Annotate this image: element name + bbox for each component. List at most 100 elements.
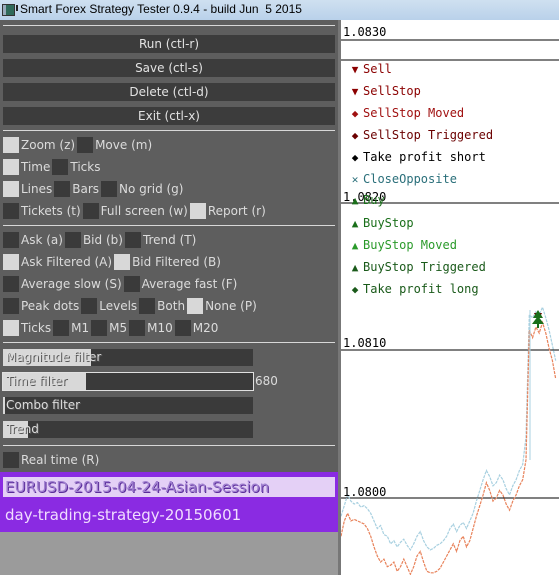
move-checkbox[interactable] <box>77 137 94 153</box>
ticks-axis-checkbox[interactable] <box>52 159 69 175</box>
legend-label: BuyStop Triggered <box>363 260 486 274</box>
lines-checkbox[interactable] <box>3 181 19 197</box>
legend-label: SellStop <box>363 84 421 98</box>
both-checkbox[interactable] <box>139 298 156 314</box>
bid-filtered-checkbox[interactable] <box>114 254 131 270</box>
peak-dots-checkbox[interactable] <box>3 298 19 314</box>
full-screen-checkbox[interactable] <box>82 203 99 219</box>
both-label: Both <box>157 299 186 313</box>
tickets-checkbox[interactable] <box>3 203 19 219</box>
divider <box>3 342 335 343</box>
legend-label: Take profit short <box>363 150 486 164</box>
bid-series-line <box>341 320 557 575</box>
legend-item: ▲ BuyStop <box>349 216 414 230</box>
tickets-label: Tickets (t) <box>21 204 81 218</box>
bars-label: Bars <box>72 182 100 196</box>
report-checkbox[interactable] <box>189 203 206 219</box>
triangle-down-icon: ▼ <box>351 62 359 76</box>
bars-checkbox[interactable] <box>54 181 71 197</box>
diamond-icon: ◆ <box>351 150 359 164</box>
slider-label: Trend <box>6 422 39 436</box>
ask-checkbox[interactable] <box>3 232 19 248</box>
legend-item: ▼ SellStop <box>349 84 421 98</box>
legend-item: ▲ BuyStop Moved <box>349 238 457 252</box>
m1-checkbox[interactable] <box>53 320 70 336</box>
none-checkbox[interactable] <box>187 298 204 314</box>
legend-label: SellStop Moved <box>363 106 465 120</box>
legend-label: Sell <box>363 62 392 76</box>
slider-fill <box>3 397 5 414</box>
time-filter-value: 680 <box>255 374 278 388</box>
legend-item: ▲ Buy <box>349 193 385 207</box>
no-grid-label: No grid (g) <box>119 182 184 196</box>
legend-label: CloseOpposite <box>363 172 457 186</box>
triangle-up-diamond-small-icon: ▲ <box>351 260 359 274</box>
m10-checkbox[interactable] <box>129 320 146 336</box>
run-button[interactable]: Run (ctl-r) <box>3 35 335 53</box>
options-row-filtered: Ask Filtered (A) Bid Filtered (B) <box>3 254 223 270</box>
legend-item: ◆ SellStop Moved <box>349 106 464 120</box>
options-row-prices: Ask (a) Bid (b) Trend (T) <box>3 232 198 248</box>
ticks-axis-label: Ticks <box>70 160 101 174</box>
peak-dots-label: Peak dots <box>21 299 80 313</box>
divider <box>3 445 335 446</box>
full-screen-label: Full screen (w) <box>100 204 188 218</box>
legend-item: ◆ Take profit long <box>349 282 479 296</box>
real-time-checkbox[interactable] <box>3 452 19 468</box>
levels-checkbox[interactable] <box>81 298 98 314</box>
triangle-up-icon: ▲ <box>351 193 359 207</box>
legend-item: ◆ Take profit short <box>349 150 486 164</box>
bid-checkbox[interactable] <box>64 232 81 248</box>
slider-label: Time filter <box>6 374 68 388</box>
diamond-triangle-icon: ◆ <box>351 282 359 296</box>
diamond-triangle-down-icon: ◆ <box>351 106 359 120</box>
legend-label: SellStop Triggered <box>363 128 494 142</box>
exit-button[interactable]: Exit (ctl-x) <box>3 107 335 125</box>
session-list: EURUSD-2015-04-24-Asian-Session day-trad… <box>0 472 340 532</box>
options-row-view: Zoom (z) Move (m) <box>3 137 154 153</box>
magnitude-filter-slider[interactable]: Magnitude filter <box>3 349 253 366</box>
options-row-axis: Time Ticks <box>3 159 102 175</box>
session-list-item[interactable]: EURUSD-2015-04-24-Asian-Session <box>3 477 335 497</box>
time-checkbox[interactable] <box>3 159 19 175</box>
trend-slider[interactable]: Trend <box>3 421 253 438</box>
m5-checkbox[interactable] <box>91 320 108 336</box>
legend-item: ◆ SellStop Triggered <box>349 128 493 142</box>
ticks-timeframe-checkbox[interactable] <box>3 320 19 336</box>
lines-label: Lines <box>21 182 53 196</box>
ask-filtered-checkbox[interactable] <box>3 254 19 270</box>
app-icon <box>2 4 18 16</box>
average-slow-checkbox[interactable] <box>3 276 19 292</box>
average-fast-checkbox[interactable] <box>123 276 140 292</box>
m20-checkbox[interactable] <box>174 320 191 336</box>
x-icon: ✕ <box>351 172 359 186</box>
combo-filter-slider[interactable]: Combo filter <box>3 397 253 414</box>
no-grid-checkbox[interactable] <box>101 181 118 197</box>
slider-label: Combo filter <box>6 398 81 412</box>
y-tick-label: 1.0800 <box>343 485 387 499</box>
delete-button[interactable]: Delete (ctl-d) <box>3 83 335 101</box>
empty-panel-area <box>0 532 340 575</box>
legend-label: Take profit long <box>363 282 479 296</box>
time-filter-slider[interactable]: Time filter <box>2 372 254 391</box>
report-label: Report (r) <box>207 204 266 218</box>
zoom-checkbox[interactable] <box>3 137 19 153</box>
options-row-realtime: Real time (R) <box>3 452 101 468</box>
price-chart[interactable]: 1.0830 1.0820 1.0810 1.0800 ▼ Sell ▼ SellSt… <box>338 20 559 575</box>
title-bar: Smart Forex Strategy Tester 0.9.4 - buil… <box>0 0 559 20</box>
trend-label: Trend (T) <box>142 233 197 247</box>
zoom-label: Zoom (z) <box>21 138 76 152</box>
m20-label: M20 <box>192 321 219 335</box>
trend-checkbox[interactable] <box>124 232 141 248</box>
triangle-up-diamond-icon: ▲ <box>351 238 359 252</box>
m5-label: M5 <box>109 321 128 335</box>
y-tick-label: 1.0810 <box>343 336 387 350</box>
move-label: Move (m) <box>95 138 153 152</box>
m10-label: M10 <box>147 321 173 335</box>
triangle-up-bar-icon: ▲ <box>351 216 359 230</box>
none-label: None (P) <box>205 299 257 313</box>
triangle-down-bar-icon: ▼ <box>351 84 359 98</box>
session-list-item[interactable]: day-trading-strategy-20150601 <box>3 505 335 525</box>
save-button[interactable]: Save (ctl-s) <box>3 59 335 77</box>
ticks-timeframe-label: Ticks <box>21 321 52 335</box>
